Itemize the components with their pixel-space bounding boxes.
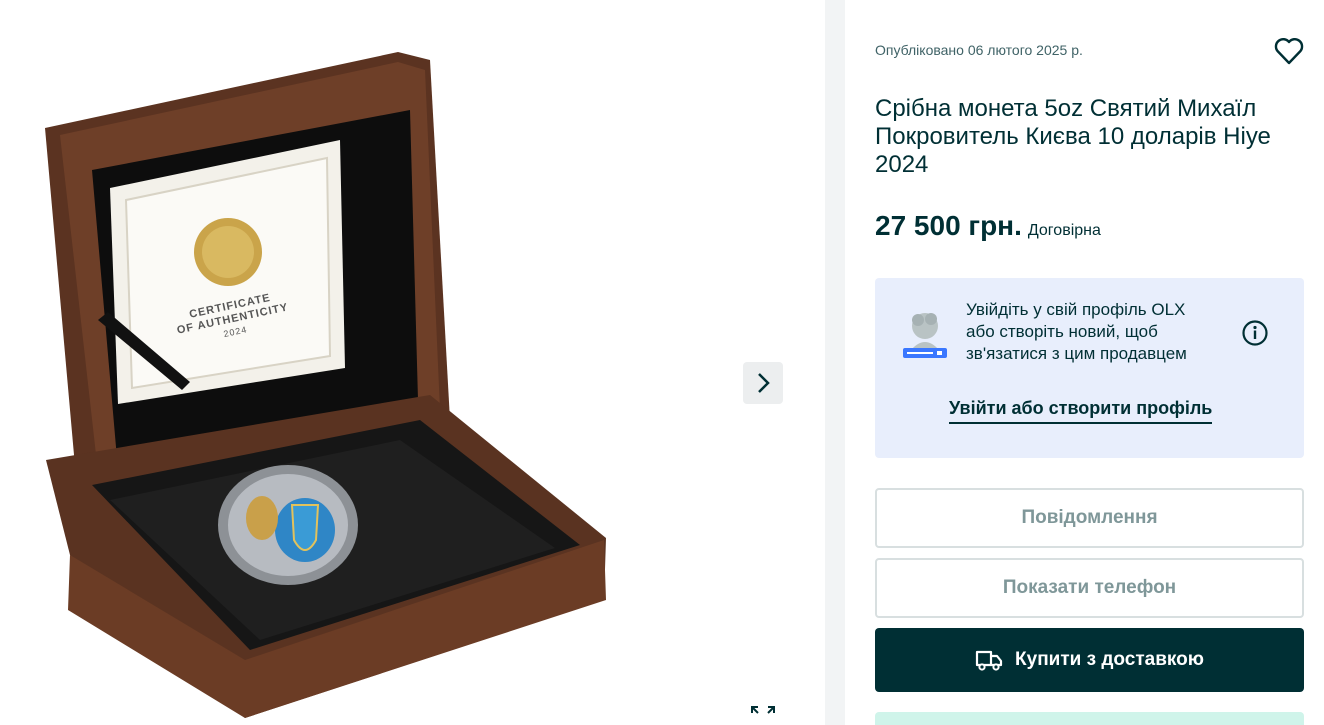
- product-photo: [45, 52, 606, 718]
- negotiable-label: Договірна: [1027, 222, 1101, 239]
- buy-with-delivery-button[interactable]: Купити з доставкою: [875, 628, 1304, 692]
- listing-page: CERTIFICATE OF AUTHENTICITY 2024 Опублік…: [0, 0, 1324, 725]
- listing-title: Срібна монета 5oz Святий Михаїл Покровит…: [875, 95, 1271, 178]
- price: 27 500 грн.: [875, 210, 1022, 241]
- favorite-button[interactable]: [1273, 35, 1305, 67]
- delivery-hint-banner: [875, 712, 1304, 725]
- delivery-truck-icon: [975, 650, 1003, 671]
- info-icon[interactable]: [1241, 319, 1269, 347]
- next-photo-button[interactable]: [743, 362, 783, 404]
- login-or-register-link[interactable]: Увійти або створити профіль: [949, 398, 1213, 424]
- chevron-right-icon: [758, 373, 770, 393]
- buy-button-label: Купити з доставкою: [1015, 649, 1204, 670]
- message-button[interactable]: Повідомлення: [875, 488, 1304, 548]
- heart-icon: [1274, 38, 1304, 65]
- expand-photo-button[interactable]: [743, 700, 783, 725]
- listing-details: Опубліковано 06 лютого 2025 р. Срібна мо…: [845, 0, 1324, 725]
- expand-icon: [751, 706, 775, 714]
- login-prompt-card: Увійдіть у свій профіль OLX або створіть…: [875, 278, 1304, 458]
- profile-illustration-icon: [903, 313, 947, 358]
- price-row: 27 500 грн. Договірна: [875, 210, 1101, 242]
- show-phone-button[interactable]: Показати телефон: [875, 558, 1304, 618]
- login-prompt-text: Увійдіть у свій профіль OLX або створіть…: [966, 300, 1187, 363]
- published-date: Опубліковано 06 лютого 2025 р.: [875, 42, 1083, 58]
- divider: [825, 0, 845, 725]
- photo-gallery: CERTIFICATE OF AUTHENTICITY 2024: [0, 0, 825, 725]
